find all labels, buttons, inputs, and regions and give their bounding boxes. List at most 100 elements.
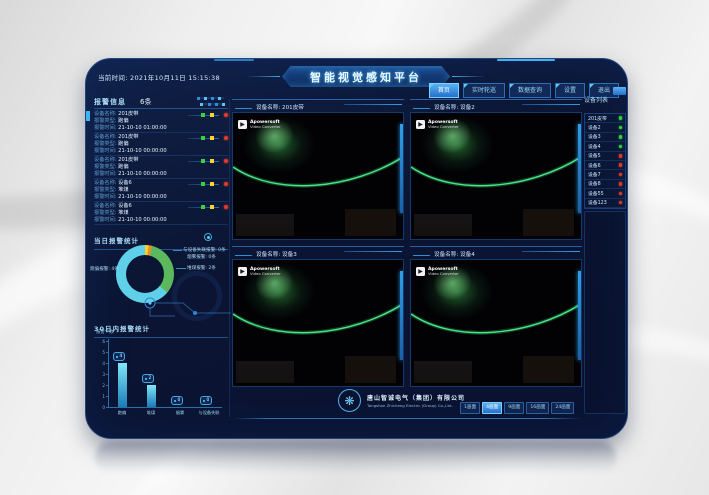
axis-tick-label: 1 xyxy=(95,394,105,399)
device-list-header: 设备列表 xyxy=(584,87,626,99)
bubble-dot xyxy=(203,400,205,402)
footer-divider xyxy=(232,418,582,419)
device-row[interactable]: 设备4 xyxy=(585,142,625,151)
edge-accent xyxy=(497,59,555,61)
device-name: 设备7 xyxy=(588,171,619,178)
x-axis xyxy=(108,407,222,408)
bar-chart-ylabel: 报警个数 xyxy=(96,329,114,335)
indicator-red-dot xyxy=(224,136,228,140)
alarm-time-line: 报警时间: 21-10-10 00:00:00 xyxy=(94,148,228,155)
bar-category-label: 与设备失联 xyxy=(195,410,223,416)
alarm-time-label: 报警时间: xyxy=(94,148,118,154)
watermark-logo-icon xyxy=(416,120,425,129)
device-name: 设备8 xyxy=(588,180,619,187)
device-row[interactable]: 设备2 xyxy=(585,123,625,132)
nav-button[interactable]: 数据查询 xyxy=(509,83,551,98)
device-name: 设备123 xyxy=(588,199,619,206)
device-row[interactable]: 设备7 xyxy=(585,170,625,179)
alarm-indicator xyxy=(188,136,228,140)
machinery-shadow xyxy=(345,356,396,384)
screen-layout-button[interactable]: 9画面 xyxy=(504,402,524,414)
screenshot-canvas: 当前时间: 2021年10月11日 15:15:38 智能视觉感知平台 首页实时… xyxy=(0,0,709,495)
alarm-device-label: 设备名称: xyxy=(94,180,118,186)
video-watermark: Apowersoft Video Converter xyxy=(238,267,281,277)
alarm-item[interactable]: 设备名称: 设备6报警类型: 堆煤报警时间: 21-10-10 00:00:00 xyxy=(94,202,228,225)
panel-reflection xyxy=(95,441,616,473)
machinery-shadow xyxy=(414,361,472,384)
bar-category-label: 跑偏 xyxy=(108,410,136,416)
device-row[interactable]: 设备6 xyxy=(585,161,625,170)
nav-button[interactable]: 设置 xyxy=(555,83,585,98)
machinery-shadow xyxy=(414,214,472,237)
alarm-item[interactable]: 设备名称: 201皮带报警类型: 跑偏报警时间: 21-10-10 00:00:… xyxy=(94,133,228,156)
alarm-item[interactable]: 设备名称: 201皮带报警类型: 跑偏报警时间: 21-10-10 00:00:… xyxy=(94,156,228,179)
axis-tick-label: 3 xyxy=(95,372,105,377)
alarm-device-value: 201皮带 xyxy=(118,134,138,140)
nav-button[interactable]: 实时轮巡 xyxy=(463,83,505,98)
axis-tick-label: 5 xyxy=(95,350,105,355)
alarm-time-label: 报警时间: xyxy=(94,125,118,131)
bar-category-label: 堆煤 xyxy=(137,410,165,416)
screen-layout-button[interactable]: 4画面 xyxy=(482,402,502,414)
video-device-label: 设备名称: 设备3 xyxy=(256,250,297,258)
video-watermark: Apowersoft Video Converter xyxy=(416,120,459,130)
video-scrollbar[interactable] xyxy=(400,271,403,359)
video-scrollbar[interactable] xyxy=(578,271,581,359)
device-row[interactable]: 设备5 xyxy=(585,152,625,161)
indicator-red-dot xyxy=(224,205,228,209)
today-stats-title: 当日报警统计 xyxy=(94,237,139,245)
video-feed[interactable]: Apowersoft Video Converter xyxy=(232,259,404,387)
alarm-time-value: 21-10-10 01:00:00 xyxy=(118,125,167,131)
alarm-type-label: 报警类型: xyxy=(94,187,118,193)
video-device-label: 设备名称: 设备2 xyxy=(434,103,475,111)
device-row[interactable]: 设备3 xyxy=(585,133,625,142)
watermark-line2: Video Converter xyxy=(250,272,281,277)
axis-tick-label: 4 xyxy=(95,361,105,366)
screen-layout-button[interactable]: 16画面 xyxy=(526,402,549,414)
video-scrollbar[interactable] xyxy=(400,124,403,212)
device-row[interactable]: 设备55 xyxy=(585,189,625,198)
video-feed[interactable]: Apowersoft Video Converter xyxy=(232,112,404,240)
alarm-device-label: 设备名称: xyxy=(94,157,118,163)
alarm-count-badge: 6条 xyxy=(140,97,151,107)
alarm-type-label: 报警类型: xyxy=(94,118,118,124)
device-status-dot xyxy=(619,201,623,205)
alarm-item[interactable]: 设备名称: 201皮带报警类型: 跑偏报警时间: 21-10-10 01:00:… xyxy=(94,110,228,133)
video-scrollbar[interactable] xyxy=(578,124,581,212)
nav-button[interactable]: 首页 xyxy=(429,83,459,98)
device-name: 201皮带 xyxy=(588,115,619,122)
axis-tick-label: 0 xyxy=(95,405,105,410)
video-panel-1: 设备名称: 201皮带 Apowersoft Video Converter xyxy=(232,99,404,240)
alarm-type-value: 跑偏 xyxy=(118,164,128,170)
alarm-time-line: 报警时间: 21-10-10 00:00:00 xyxy=(94,194,228,201)
screen-layout-button[interactable]: 1画面 xyxy=(460,402,480,414)
indicator-green-dot xyxy=(201,159,205,163)
alarm-time-line: 报警时间: 21-10-10 01:00:00 xyxy=(94,125,228,132)
axis-tick-label: 2 xyxy=(95,383,105,388)
alarm-indicator xyxy=(188,159,228,163)
device-row[interactable]: 201皮带 xyxy=(585,114,625,123)
alarm-type-line: 报警类型: 跑偏 xyxy=(94,164,228,171)
alarm-time-line: 报警时间: 21-10-10 00:00:00 xyxy=(94,217,228,224)
alarm-type-line: 报警类型: 堆煤 xyxy=(94,210,228,217)
video-feed[interactable]: Apowersoft Video Converter xyxy=(410,259,582,387)
video-panel-4: 设备名称: 设备4 Apowersoft Video Converter xyxy=(410,246,582,387)
video-watermark: Apowersoft Video Converter xyxy=(238,120,281,130)
device-row[interactable]: 设备8 xyxy=(585,180,625,189)
device-row[interactable]: 设备123 xyxy=(585,199,625,208)
device-name: 设备6 xyxy=(588,162,619,169)
alarm-device-value: 201皮带 xyxy=(118,111,138,117)
column-divider xyxy=(229,99,230,417)
screen-layout-button[interactable]: 24画面 xyxy=(551,402,574,414)
alarm-panel-title: 报警信息 xyxy=(94,97,126,107)
company-name-cn: 唐山智诚电气（集团）有限公司 xyxy=(367,393,465,402)
current-time: 当前时间: 2021年10月11日 15:15:38 xyxy=(98,72,220,82)
video-feed[interactable]: Apowersoft Video Converter xyxy=(410,112,582,240)
page-title-banner: 智能视觉感知平台 xyxy=(282,66,450,87)
device-name: 设备55 xyxy=(588,190,619,197)
watermark-logo-icon xyxy=(238,120,247,129)
alarm-type-line: 报警类型: 堆煤 xyxy=(94,187,228,194)
alarm-item[interactable]: 设备名称: 设备6报警类型: 堆煤报警时间: 21-10-10 00:00:00 xyxy=(94,179,228,202)
device-list-tab[interactable] xyxy=(613,87,626,95)
axis-tick xyxy=(106,374,108,375)
